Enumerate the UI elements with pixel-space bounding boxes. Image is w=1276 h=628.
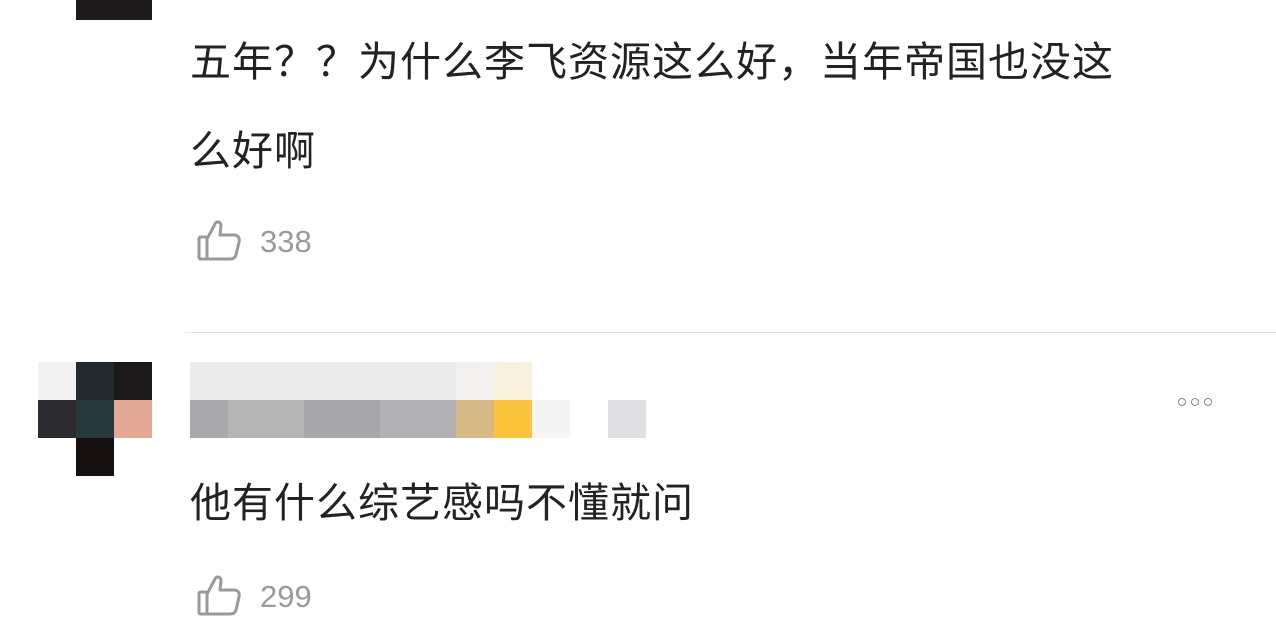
more-dots-icon[interactable]: [1178, 398, 1212, 406]
comment-2-like-button[interactable]: 299: [195, 571, 312, 623]
comment-2-text: 他有什么综艺感吗不懂就问: [190, 479, 694, 527]
comment-1-like-count: 338: [260, 224, 312, 259]
comment-2-like-count: 299: [260, 579, 312, 614]
comment-divider: [185, 332, 1276, 333]
comment-1-line-1: 五年？？为什么李飞资源这么好，当年帝国也没这: [190, 38, 1114, 86]
avatar-1[interactable]: [76, 0, 152, 20]
comment-1-line-2: 么好啊: [190, 127, 316, 175]
thumbs-up-icon: [195, 216, 243, 268]
dot: [1204, 398, 1212, 406]
thumbs-up-icon: [195, 571, 243, 623]
dot: [1191, 398, 1199, 406]
dot: [1178, 398, 1186, 406]
comment-1-text: 五年？？为什么李飞资源这么好，当年帝国也没这 么好啊: [190, 18, 1114, 196]
comment-1-like-button[interactable]: 338: [195, 216, 312, 268]
